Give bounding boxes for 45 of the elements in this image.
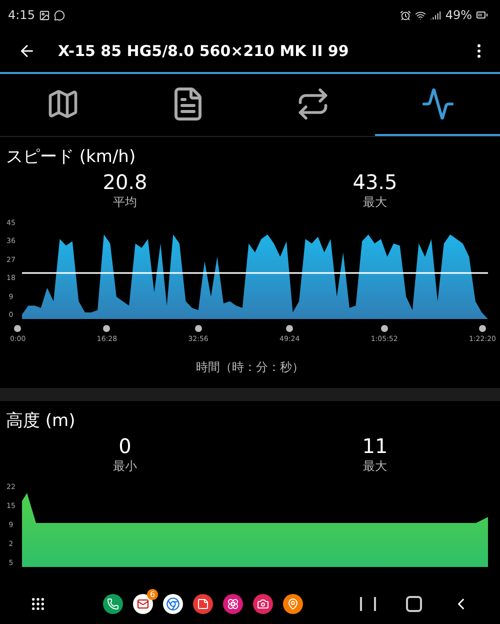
x-tick-dot bbox=[380, 325, 388, 332]
recents-icon[interactable] bbox=[360, 597, 376, 611]
stat-label: 最小 bbox=[113, 458, 137, 475]
mail-icon bbox=[137, 598, 149, 610]
chat-icon bbox=[54, 10, 65, 20]
note-icon bbox=[197, 598, 209, 610]
image-icon bbox=[38, 10, 50, 20]
wifi-icon bbox=[415, 10, 426, 20]
flower-icon bbox=[227, 598, 239, 610]
x-tick-dot bbox=[479, 325, 486, 332]
status-time: 4:15 bbox=[8, 8, 35, 22]
camera-icon bbox=[257, 598, 269, 610]
app-icon[interactable] bbox=[283, 594, 303, 614]
back-icon[interactable] bbox=[18, 42, 36, 60]
battery-icon bbox=[476, 9, 488, 21]
axis-title: 時間（時：分：秒） bbox=[195, 359, 305, 376]
phone-icon bbox=[107, 598, 119, 610]
app-icon[interactable] bbox=[253, 594, 273, 614]
x-tick-dot bbox=[286, 325, 294, 332]
app-icon[interactable] bbox=[163, 594, 183, 614]
x-tick-dot bbox=[194, 325, 202, 332]
signal-icon bbox=[430, 10, 442, 20]
pin-icon bbox=[287, 598, 299, 610]
browser-icon bbox=[166, 597, 180, 611]
stat-label: 最大 bbox=[363, 458, 387, 475]
stat-value: 43.5 bbox=[352, 170, 398, 194]
alarm-icon bbox=[400, 10, 412, 20]
apps-grid-icon[interactable] bbox=[30, 596, 46, 612]
stat-label: 最大 bbox=[363, 194, 387, 211]
x-tick-dot bbox=[103, 325, 110, 332]
stat-label: 平均 bbox=[113, 194, 137, 211]
graph-icon bbox=[420, 87, 454, 121]
notification-badge: 6 bbox=[147, 589, 158, 600]
app-icon[interactable] bbox=[193, 594, 213, 614]
stat-value: 11 bbox=[362, 434, 388, 458]
stat-value: 20.8 bbox=[102, 170, 148, 194]
battery-level: 49% bbox=[445, 8, 472, 22]
home-icon[interactable] bbox=[406, 596, 422, 612]
app-icon[interactable] bbox=[103, 594, 123, 614]
section-title: 高度 (m) bbox=[5, 410, 76, 433]
app-icon[interactable] bbox=[223, 594, 243, 614]
stat-value: 0 bbox=[118, 434, 132, 458]
section-title: スピード (km/h) bbox=[5, 146, 137, 169]
window-title: X-15 85 HG5/8.0 560×210 MK II 99 bbox=[58, 42, 350, 60]
x-tick-dot bbox=[14, 325, 22, 332]
